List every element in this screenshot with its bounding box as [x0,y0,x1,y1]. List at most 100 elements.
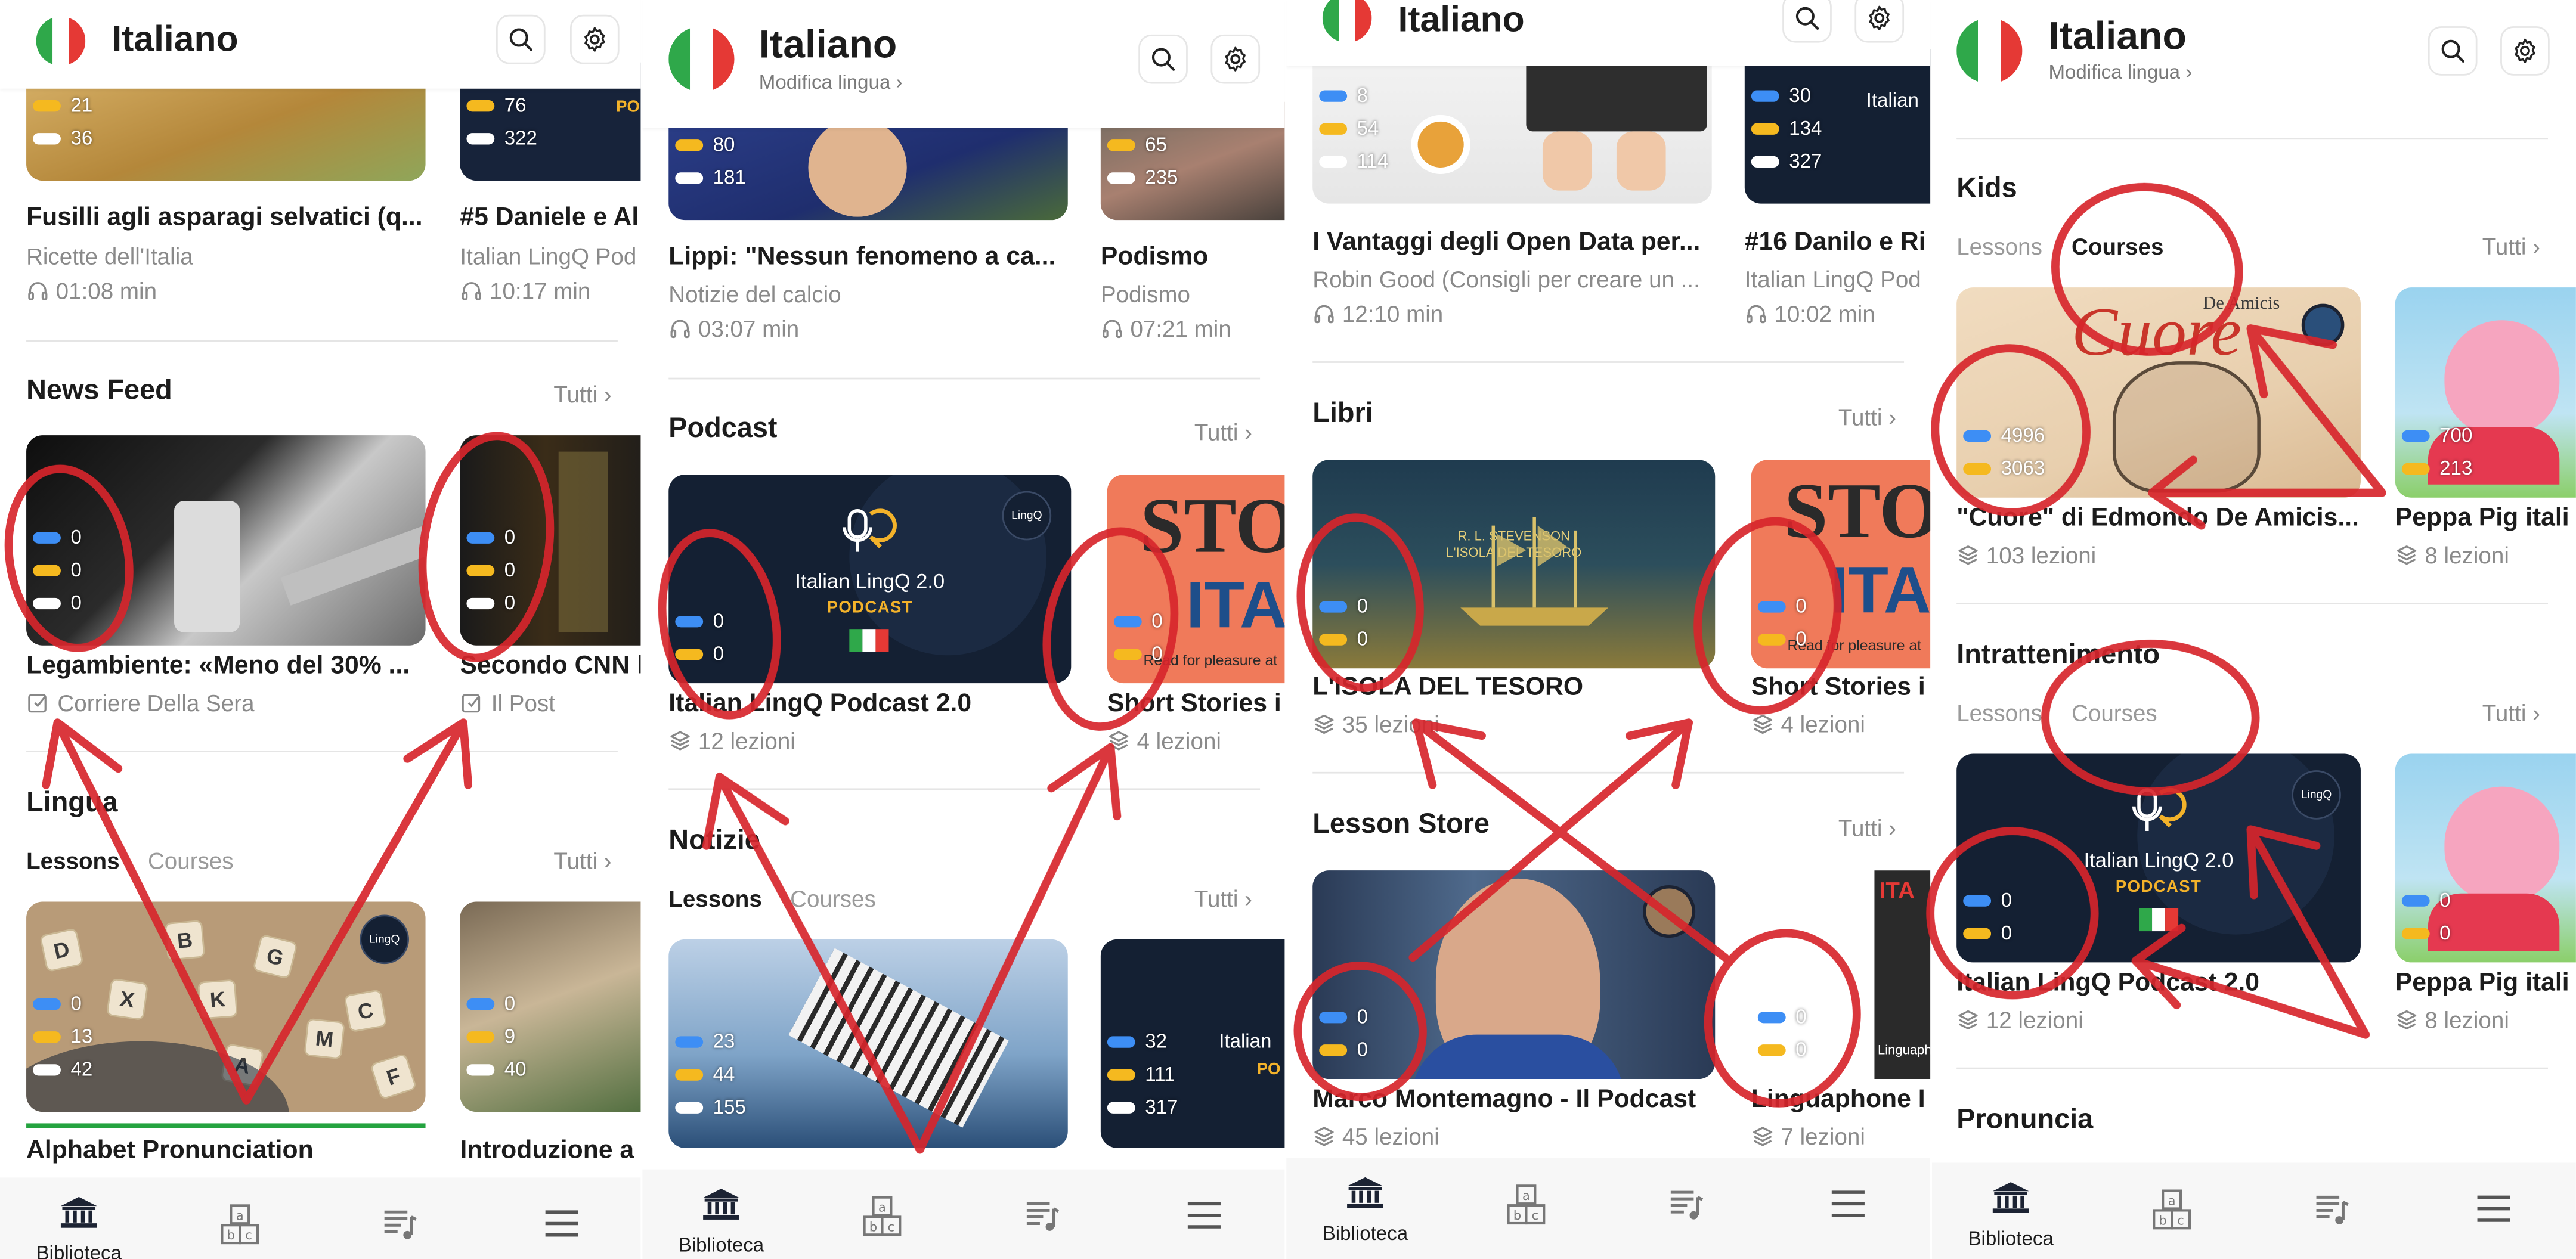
section-title: News Feed [26,374,172,406]
language-title[interactable]: Italiano [759,23,897,69]
lesson-source: Ricette dell'Italia [26,243,193,269]
nav-playlist[interactable] [2267,1189,2398,1237]
course-title[interactable]: L'ISOLA DEL TESORO [1312,674,1715,703]
see-all-link[interactable]: Tutti › [1194,419,1252,445]
italy-flag-icon[interactable] [36,16,86,66]
course-card[interactable]: LingQ Italian LingQ 2.0 PODCAST 0 0 [668,475,1072,684]
nav-library[interactable]: Biblioteca [655,1186,787,1257]
italy-flag-icon[interactable] [668,26,735,92]
lesson-card[interactable]: Italian PO 32 111 317 [1100,939,1285,1148]
lesson-title[interactable]: Introduzione a [460,1136,640,1166]
course-card[interactable]: 0 0 [2395,753,2576,963]
nav-menu[interactable] [1782,1184,1914,1232]
course-card[interactable]: 700 213 [2395,287,2576,498]
settings-button[interactable] [569,14,620,64]
tab-courses[interactable]: Courses [2072,700,2157,726]
lesson-count: 8 lezioni [2395,542,2509,568]
lesson-card[interactable]: D X B G C M F A K LingQ 0 13 42 [26,901,426,1112]
progress-bar [26,1123,426,1128]
section-title: Pronuncia [1956,1103,2094,1135]
nav-library[interactable]: Biblioteca [1945,1179,2076,1250]
see-all-link[interactable]: Tutti › [553,381,611,407]
lesson-title[interactable]: Fusilli agli asparagi selvatici (q... [26,204,429,234]
language-title[interactable]: Italiano [2048,15,2186,61]
search-button[interactable] [1782,0,1832,43]
course-card[interactable]: Cuore De Amicis 4996 3063 [1956,287,2361,498]
tab-lessons[interactable]: Lessons [1956,700,2042,726]
search-button[interactable] [2428,26,2478,76]
lesson-title[interactable]: I Vantaggi degli Open Data per... [1312,228,1715,258]
see-all-link[interactable]: Tutti › [2482,700,2540,726]
tab-lessons[interactable]: Lessons [26,848,120,874]
lesson-source: Italian LingQ Pod [460,243,637,269]
course-title[interactable]: Marco Montemagno - Il Podcast [1312,1086,1715,1115]
news-title[interactable]: Secondo CNN l [460,652,640,682]
see-all-link[interactable]: Tutti › [1194,885,1252,911]
nav-vocabulary[interactable] [816,1196,948,1246]
tab-courses[interactable]: Courses [148,848,234,874]
see-all-link[interactable]: Tutti › [1838,814,1896,841]
lesson-card[interactable]: Italian 30 134 327 [1744,49,1931,204]
lesson-title[interactable]: Alphabet Pronunciation [26,1136,429,1166]
vocabulary-icon [2150,1189,2193,1232]
see-all-link[interactable]: Tutti › [553,848,611,874]
course-title[interactable]: "Cuore" di Edmondo De Amicis... [1956,504,2361,534]
lesson-count: 35 lezioni [1312,711,1439,737]
settings-button[interactable] [2500,26,2550,76]
italy-flag-icon[interactable] [1956,18,2023,84]
settings-button[interactable] [1854,0,1905,43]
nav-playlist[interactable] [977,1196,1109,1244]
lesson-title[interactable]: Lippi: "Nessun fenomeno a ca... [668,243,1071,273]
nav-library[interactable]: Biblioteca [1299,1174,1431,1245]
lesson-title[interactable]: #5 Daniele e Al [460,204,640,234]
course-title[interactable]: Short Stories i [1107,690,1285,720]
tab-courses[interactable]: Courses [790,885,876,911]
gear-icon [2510,36,2540,66]
section-title: Libri [1312,397,1373,429]
course-title[interactable]: Linguaphone I [1751,1086,1930,1115]
news-card[interactable]: 0 0 0 [26,435,426,646]
nav-vocabulary[interactable] [2106,1189,2237,1240]
course-title[interactable]: Peppa Pig itali [2395,504,2576,534]
section-title: Kids [1956,172,2017,204]
change-language-link[interactable]: Modifica lingua › [2048,61,2192,84]
vocabulary-icon [218,1204,261,1246]
nav-playlist[interactable] [1621,1184,1753,1232]
nav-menu[interactable] [1138,1196,1270,1244]
course-title[interactable]: Italian LingQ Podcast 2.0 [1956,969,2361,998]
search-button[interactable] [1138,34,1188,84]
nav-vocabulary[interactable] [1460,1184,1592,1235]
course-card[interactable]: R. L. STEVENSON L'ISOLA DEL TESORO 0 0 [1312,460,1716,669]
lesson-card[interactable]: 23 44 155 [668,939,1068,1148]
nav-library[interactable]: Biblioteca [13,1194,144,1259]
course-card[interactable]: 0 0 [1312,870,1716,1080]
italy-flag-icon[interactable] [1322,0,1372,43]
course-title[interactable]: Italian LingQ Podcast 2.0 [668,690,1071,720]
tab-lessons[interactable]: Lessons [668,885,762,911]
see-all-link[interactable]: Tutti › [2482,233,2540,259]
nav-menu[interactable] [2428,1189,2559,1237]
lesson-card[interactable]: 8 54 114 [1312,49,1712,204]
news-title[interactable]: Legambiente: «Meno del 30% ... [26,652,429,682]
course-title[interactable]: Short Stories i [1751,674,1930,703]
course-card[interactable]: LingQ Italian LingQ 2.0 PODCAST 0 0 [1956,753,2361,963]
lesson-title[interactable]: #16 Danilo e Ri [1745,228,1929,258]
tab-courses[interactable]: Courses [2072,233,2163,259]
see-all-link[interactable]: Tutti › [1838,404,1896,430]
news-card[interactable]: 0 0 0 [460,435,641,646]
nav-playlist[interactable] [335,1204,466,1251]
course-card[interactable]: ITA Linguaph 0 0 [1751,870,1931,1080]
tab-lessons[interactable]: Lessons [1956,233,2042,259]
search-button[interactable] [496,14,546,64]
settings-button[interactable] [1210,34,1261,84]
course-title[interactable]: Peppa Pig itali [2395,969,2576,998]
language-title[interactable]: Italiano [112,18,238,61]
lesson-title[interactable]: Podismo [1101,243,1281,273]
nav-menu[interactable] [496,1204,627,1251]
nav-vocabulary[interactable] [174,1204,305,1254]
change-language-link[interactable]: Modifica lingua › [759,70,903,94]
course-card[interactable]: STO ITA Read for pleasure at 0 0 [1751,460,1931,669]
language-title[interactable]: Italiano [1398,0,1525,41]
lesson-card[interactable]: 0 9 40 [460,901,641,1112]
course-card[interactable]: STO ITA Read for pleasure at 0 0 [1107,475,1285,684]
